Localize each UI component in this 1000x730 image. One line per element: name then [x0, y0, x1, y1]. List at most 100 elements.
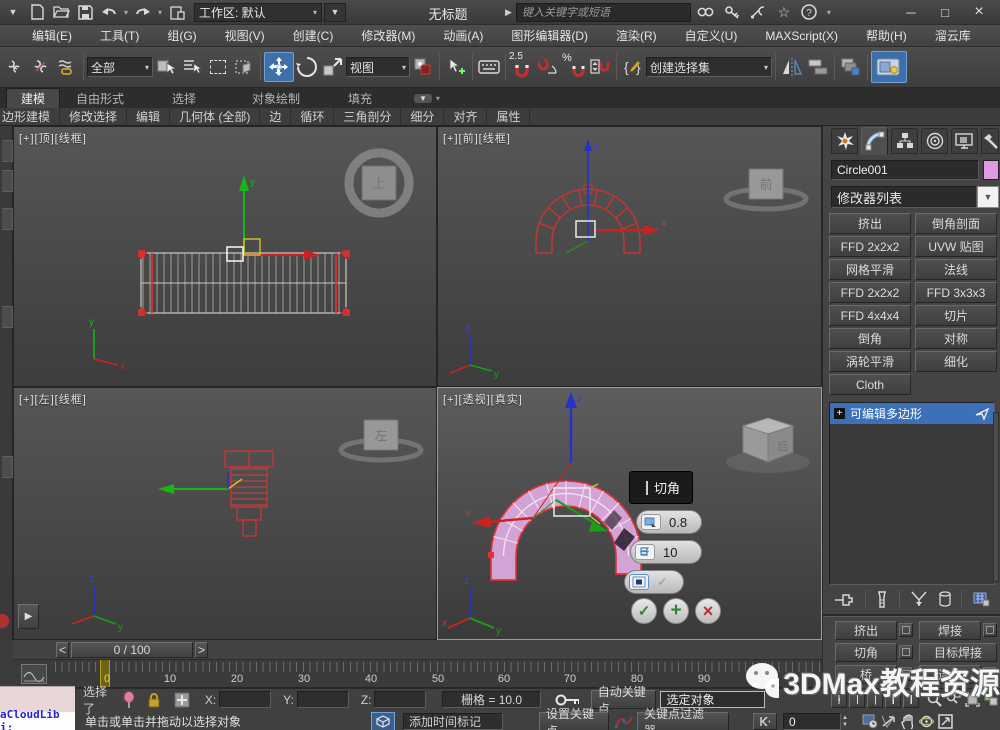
frame-spinner[interactable]: ▲▼: [842, 715, 848, 728]
rollout-chamfer-settings-button[interactable]: [899, 645, 913, 659]
key-filters-button[interactable]: 关键点过滤器...: [637, 712, 729, 730]
chamfer-segments-field[interactable]: 10: [630, 540, 702, 564]
mod-ffd2b-button[interactable]: FFD 2x2x2: [829, 282, 911, 303]
pin-stack-icon[interactable]: [834, 592, 854, 607]
minimize-button[interactable]: ─: [894, 0, 928, 24]
motion-tab[interactable]: [921, 128, 948, 154]
undo-caret-icon[interactable]: ▾: [122, 2, 130, 22]
docked-icon[interactable]: [2, 140, 13, 162]
key-icon[interactable]: [721, 2, 743, 22]
caddy-apply-and-continue-button[interactable]: +: [663, 598, 689, 624]
configure-modifier-sets-icon[interactable]: [973, 592, 990, 607]
add-time-tag-field[interactable]: 添加时间标记: [403, 713, 503, 730]
stack-expand-icon[interactable]: +: [834, 408, 845, 419]
mod-extrude-button[interactable]: 挤出: [829, 213, 911, 234]
docked-icon[interactable]: [2, 170, 13, 192]
utilities-tab[interactable]: [981, 128, 999, 154]
remove-modifier-icon[interactable]: [939, 591, 951, 607]
pan-hand-icon[interactable]: [900, 713, 916, 730]
rollout-connect-settings-button[interactable]: [983, 667, 997, 681]
show-end-result-icon[interactable]: [876, 591, 888, 608]
select-and-scale-icon[interactable]: [320, 54, 346, 80]
menu-create[interactable]: 创建(C): [279, 25, 348, 47]
mod-meshsmooth-button[interactable]: 网格平滑: [829, 259, 911, 280]
hierarchy-tab[interactable]: [891, 128, 918, 154]
orbit-icon[interactable]: [919, 713, 935, 730]
z-coord-field[interactable]: [374, 691, 426, 708]
time-slider[interactable]: 0 / 100: [71, 642, 193, 658]
rollout-extrude-settings-button[interactable]: [899, 623, 913, 637]
ribbon-loops[interactable]: 循环: [291, 108, 334, 126]
stack-pin-icon[interactable]: [974, 407, 990, 421]
app-menu-caret-icon[interactable]: ▼: [2, 2, 24, 22]
menu-edit[interactable]: 编辑(E): [18, 25, 86, 47]
rollout-chamfer-button[interactable]: 切角: [835, 643, 897, 662]
selection-lock-icon[interactable]: [147, 692, 160, 708]
zoom-all-icon[interactable]: [946, 691, 962, 708]
modify-tab[interactable]: [861, 127, 888, 155]
project-folder-icon[interactable]: [166, 2, 188, 22]
next-frame-button[interactable]: [885, 691, 901, 708]
notification-balloon-icon[interactable]: [122, 691, 135, 709]
ribbon-tab-modeling[interactable]: 建模: [6, 88, 60, 108]
select-and-manipulate-icon[interactable]: [443, 54, 469, 80]
expand-panel-arrow-button[interactable]: ▶: [18, 604, 39, 629]
object-color-swatch[interactable]: [983, 160, 999, 180]
menu-maxscript[interactable]: MAXScript(X): [751, 25, 852, 47]
ribbon-edit[interactable]: 编辑: [127, 108, 170, 126]
viewport-left[interactable]: 左 z y [+][左][线框]: [13, 387, 437, 640]
layer-manager-icon[interactable]: [838, 54, 864, 80]
viewport-top-label[interactable]: [+][顶][线框]: [19, 130, 87, 146]
zoom-icon[interactable]: [927, 691, 943, 708]
mirror-icon[interactable]: [779, 54, 805, 80]
mod-ffd3-button[interactable]: FFD 3x3x3: [915, 282, 997, 303]
viewport-perspective[interactable]: 后 z: [437, 387, 822, 640]
select-by-name-icon[interactable]: [179, 54, 205, 80]
spinner-snap-icon[interactable]: [587, 54, 613, 80]
viewport-left-label[interactable]: [+][左][线框]: [19, 391, 87, 407]
snaps-toggle-icon[interactable]: 2.5: [509, 54, 535, 80]
keyboard-override-icon[interactable]: [476, 54, 502, 80]
menu-rendering[interactable]: 渲染(R): [602, 25, 671, 47]
viewport-top[interactable]: 上 y y x [+][顶][线框]: [13, 126, 437, 387]
menu-customize[interactable]: 自定义(U): [671, 25, 752, 47]
rollout-connect-button[interactable]: 连接: [919, 665, 981, 684]
menu-help[interactable]: 帮助(H): [852, 25, 921, 47]
object-name-field[interactable]: Circle001: [831, 160, 979, 180]
viewport-front-label[interactable]: [+][前][线框]: [443, 130, 511, 146]
selection-filter-dropdown[interactable]: 全部 ▾: [87, 57, 153, 77]
rollout-weld-button[interactable]: 焊接: [919, 621, 981, 640]
mod-ffd2-button[interactable]: FFD 2x2x2: [829, 236, 911, 257]
search-icon[interactable]: [695, 2, 717, 22]
docked-icon[interactable]: [2, 208, 13, 230]
rollout-target-weld-button[interactable]: 目标焊接: [919, 643, 997, 662]
menu-tools[interactable]: 工具(T): [86, 25, 153, 47]
viewport-front[interactable]: 前 z x z y: [437, 126, 822, 387]
menu-views[interactable]: 视图(V): [211, 25, 279, 47]
go-to-end-button[interactable]: [903, 691, 919, 708]
docked-icon[interactable]: [2, 456, 13, 478]
transform-typein-icon[interactable]: [174, 692, 191, 708]
ribbon-properties[interactable]: 属性: [487, 108, 530, 126]
communicate-icon[interactable]: [747, 2, 769, 22]
workspace-menu-icon[interactable]: ▼: [324, 3, 346, 22]
caddy-cancel-button[interactable]: ×: [695, 598, 721, 624]
ribbon-polygon-modeling[interactable]: 边形建模: [0, 108, 60, 126]
undo-icon[interactable]: [98, 2, 120, 22]
redo-icon[interactable]: [132, 2, 154, 22]
ribbon-tris[interactable]: 三角剖分: [334, 108, 401, 126]
mod-turbosmooth-button[interactable]: 涡轮平滑: [829, 351, 911, 372]
previous-frame-button[interactable]: [849, 691, 865, 708]
modifier-list-arrow-icon[interactable]: ▼: [977, 186, 999, 208]
ribbon-subdivision[interactable]: 细分: [401, 108, 444, 126]
current-frame-field[interactable]: 0: [783, 713, 841, 730]
create-tab[interactable]: [831, 128, 858, 154]
y-coord-field[interactable]: [297, 691, 349, 708]
save-icon[interactable]: [74, 2, 96, 22]
reference-coord-dropdown[interactable]: 视图 ▾: [346, 57, 410, 77]
mod-uvw-map-button[interactable]: UVW 贴图: [915, 236, 997, 257]
ribbon-tab-populate[interactable]: 填充: [334, 88, 386, 108]
angle-snap-icon[interactable]: [535, 54, 561, 80]
open-file-icon[interactable]: [50, 2, 72, 22]
ribbon-align[interactable]: 对齐: [444, 108, 487, 126]
